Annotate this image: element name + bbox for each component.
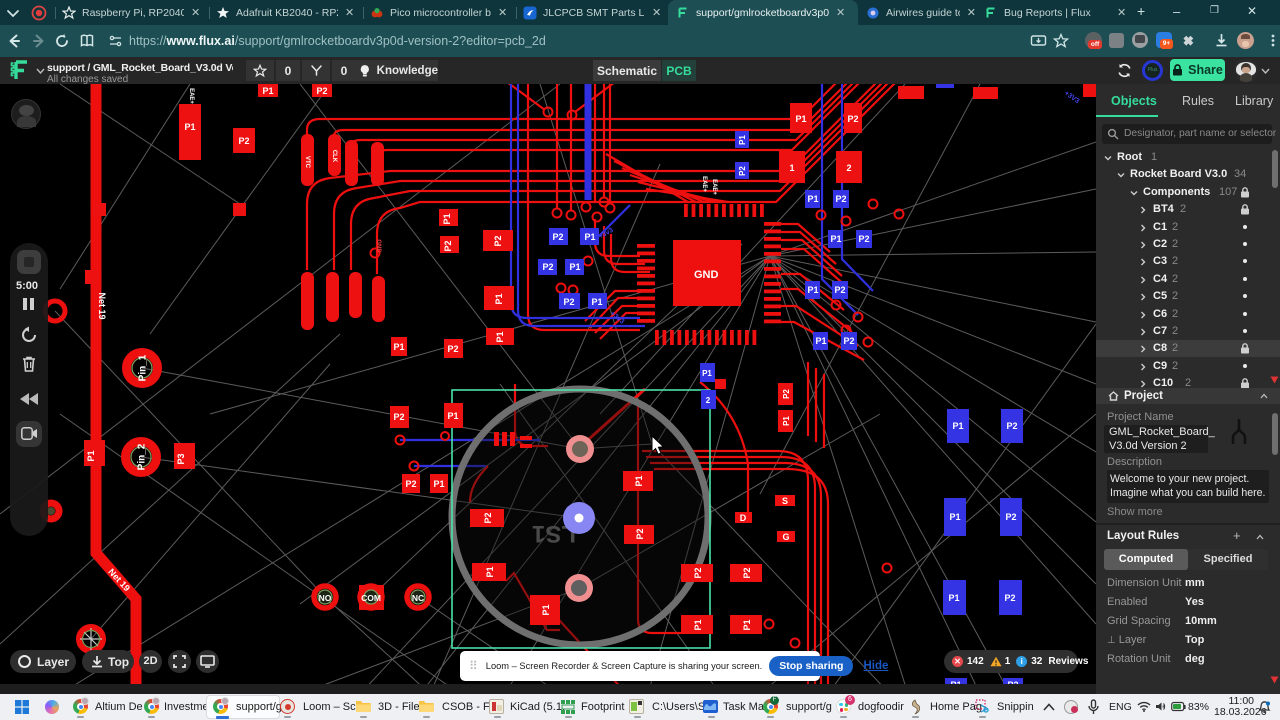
svg-text:P2: P2	[693, 567, 703, 578]
svg-text:P1: P1	[262, 86, 273, 96]
svg-text:P1: P1	[795, 114, 806, 124]
svg-text:P2: P2	[316, 86, 327, 96]
svg-text:P1: P1	[949, 512, 960, 522]
svg-text:NO: NO	[319, 593, 332, 603]
svg-text:P1: P1	[584, 232, 595, 242]
svg-text:EAE+: EAE+	[188, 88, 194, 104]
svg-text:P1: P1	[738, 135, 747, 145]
svg-text:P1: P1	[952, 421, 963, 431]
svg-text:P2: P2	[552, 232, 563, 242]
svg-text:P2: P2	[493, 235, 503, 246]
svg-text:P1: P1	[807, 194, 818, 204]
svg-text:P1: P1	[447, 411, 458, 421]
svg-text:Net 19: Net 19	[97, 292, 107, 319]
svg-text:Pin_2: Pin_2	[137, 443, 148, 470]
svg-text:P2: P2	[1005, 512, 1016, 522]
svg-text:P2: P2	[782, 389, 791, 399]
svg-text:P1: P1	[807, 285, 818, 295]
svg-text:P2: P2	[835, 194, 846, 204]
svg-text:2: 2	[846, 163, 851, 173]
svg-text:P1: P1	[830, 234, 841, 244]
svg-text:P2: P2	[742, 567, 752, 578]
svg-text:P1: P1	[184, 122, 195, 132]
svg-text:P2: P2	[738, 166, 747, 176]
svg-text:P1: P1	[86, 450, 96, 461]
svg-text:D: D	[740, 513, 747, 523]
svg-text:P1: P1	[782, 416, 791, 426]
svg-text:P2: P2	[834, 285, 845, 295]
svg-text:P2: P2	[1006, 421, 1017, 431]
svg-text:+3v3: +3v3	[598, 227, 615, 241]
svg-text:P2: P2	[447, 344, 458, 354]
svg-text:P3: P3	[176, 453, 186, 464]
svg-text:P1: P1	[433, 479, 444, 489]
svg-text:P2: P2	[635, 528, 645, 539]
svg-text:2: 2	[706, 396, 711, 405]
svg-text:VTC: VTC	[304, 156, 310, 169]
svg-text:P1: P1	[634, 475, 644, 486]
svg-text:P1: P1	[948, 593, 959, 603]
svg-text:P2: P2	[563, 297, 574, 307]
svg-text:P1: P1	[494, 293, 504, 304]
svg-text:P1: P1	[693, 619, 703, 630]
svg-text:P2: P2	[843, 336, 854, 346]
svg-text:GND: GND	[375, 239, 381, 253]
svg-text:NC: NC	[412, 593, 424, 603]
svg-text:P1: P1	[591, 297, 602, 307]
svg-text:P2: P2	[858, 234, 869, 244]
svg-text:P2: P2	[238, 136, 249, 146]
svg-text:EAE+: EAE+	[701, 176, 707, 192]
svg-text:P1: P1	[495, 331, 505, 342]
svg-text:P1: P1	[569, 262, 580, 272]
svg-text:+3V3: +3V3	[1063, 90, 1081, 105]
svg-text:P2: P2	[393, 412, 404, 422]
svg-text:Pin_1: Pin_1	[138, 354, 149, 381]
svg-text:P1: P1	[485, 566, 495, 577]
svg-text:CLK: CLK	[331, 150, 337, 163]
svg-text:P1: P1	[742, 619, 752, 630]
svg-text:P1: P1	[393, 342, 404, 352]
svg-text:S: S	[782, 496, 788, 506]
svg-text:P1: P1	[702, 369, 712, 378]
svg-text:GND: GND	[694, 269, 719, 281]
svg-text:P1: P1	[815, 336, 826, 346]
svg-text:P2: P2	[847, 114, 858, 124]
svg-text:G: G	[782, 532, 789, 542]
svg-text:P2: P2	[1004, 593, 1015, 603]
svg-text:Net 19: Net 19	[106, 567, 132, 594]
svg-text:P2: P2	[405, 479, 416, 489]
svg-text:P2: P2	[483, 512, 493, 523]
svg-text:EAE+: EAE+	[711, 179, 717, 195]
svg-text:P2: P2	[443, 240, 453, 251]
svg-text:P1: P1	[442, 213, 452, 224]
svg-text:P2: P2	[542, 262, 553, 272]
svg-text:COM: COM	[361, 593, 381, 603]
svg-text:1: 1	[789, 163, 794, 173]
svg-text:P1: P1	[541, 604, 551, 615]
